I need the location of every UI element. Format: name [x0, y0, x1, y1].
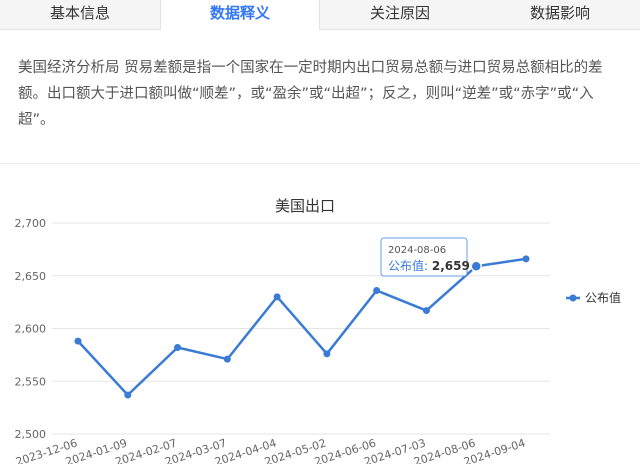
tooltip-value: 公布值: 2,659 — [388, 258, 470, 273]
data-point — [422, 307, 430, 315]
y-tick-label: 2,550 — [15, 375, 47, 388]
tab-bar: 基本信息 数据释义 关注原因 数据影响 — [0, 0, 640, 30]
y-tick-label: 2,500 — [15, 428, 47, 441]
legend-marker — [569, 294, 577, 302]
y-tick-label: 2,650 — [15, 270, 47, 283]
data-point — [470, 260, 482, 273]
data-point — [74, 337, 82, 345]
data-point — [323, 350, 331, 358]
chart-title: 美国出口 — [275, 197, 335, 215]
data-point — [124, 391, 132, 399]
export-line-chart: 美国出口2,5002,5502,6002,6502,7002023-12-062… — [14, 197, 621, 464]
y-tick-label: 2,700 — [15, 217, 47, 230]
series-line — [77, 257, 527, 397]
tab-basic-info[interactable]: 基本信息 — [0, 0, 160, 30]
data-point — [373, 287, 381, 295]
data-point — [273, 293, 281, 301]
data-point — [174, 343, 182, 351]
section-divider — [0, 163, 640, 164]
tab-attention-reason[interactable]: 关注原因 — [320, 0, 480, 30]
data-point — [223, 355, 231, 363]
tooltip-date: 2024-08-06 — [388, 245, 446, 256]
y-tick-label: 2,600 — [15, 323, 47, 336]
legend-label: 公布值 — [585, 290, 621, 305]
data-point — [522, 255, 530, 263]
data-definition-text: 美国经济分析局 贸易差额是指一个国家在一定时期内出口贸易总额与进口贸易总额相比的… — [18, 60, 603, 128]
tab-data-definition[interactable]: 数据释义 — [160, 0, 320, 30]
tab-data-impact[interactable]: 数据影响 — [480, 0, 640, 30]
